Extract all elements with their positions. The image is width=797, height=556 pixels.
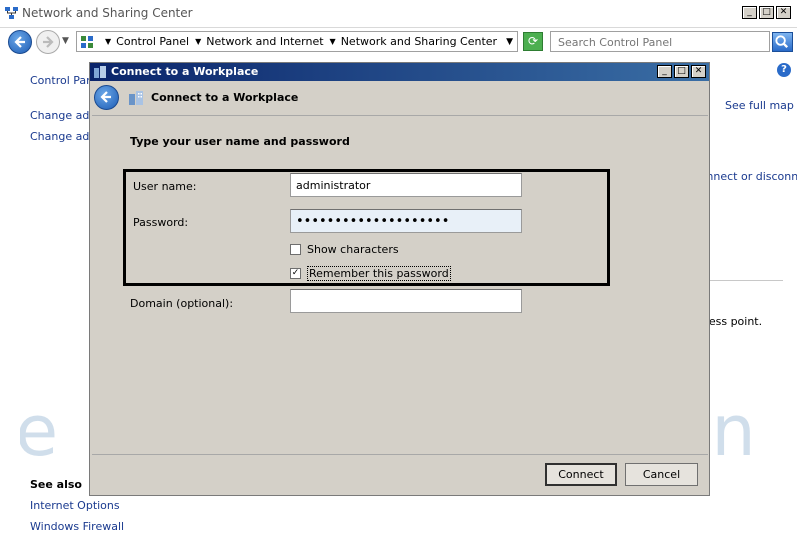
see-full-map-link[interactable]: See full map — [725, 99, 794, 112]
checkbox-unchecked-icon — [290, 244, 301, 255]
history-dropdown-icon[interactable]: ▼ — [62, 36, 69, 46]
search-icon — [775, 35, 789, 49]
dialog-body: Type your user name and password User na… — [92, 115, 708, 455]
maximize-button[interactable]: □ — [759, 6, 774, 19]
connect-button[interactable]: Connect — [545, 463, 617, 486]
back-button[interactable] — [8, 30, 32, 54]
dialog-minimize-button[interactable]: _ — [657, 65, 672, 78]
cancel-button[interactable]: Cancel — [625, 463, 698, 486]
dialog-maximize-button[interactable]: □ — [674, 65, 689, 78]
window-title: Network and Sharing Center — [22, 6, 193, 20]
address-dropdown-icon[interactable]: ▼ — [506, 37, 513, 47]
username-field[interactable] — [290, 173, 522, 197]
section-divider — [708, 280, 783, 281]
refresh-button[interactable]: ⟳ — [523, 32, 543, 51]
domain-label: Domain (optional): — [130, 297, 234, 310]
chevron-down-icon[interactable]: ▼ — [330, 37, 336, 50]
dialog-title: Connect to a Workplace — [111, 65, 259, 78]
dialog-back-button[interactable] — [94, 85, 119, 110]
password-field[interactable] — [290, 209, 522, 233]
search-box[interactable] — [550, 31, 770, 52]
address-box[interactable]: ▼ Control Panel ▼ Network and Internet ▼… — [76, 31, 518, 52]
dialog-heading: Connect to a Workplace — [151, 91, 299, 104]
window-title-bar: Network and Sharing Center _ □ ✕ — [0, 0, 797, 28]
show-characters-label: Show characters — [307, 243, 399, 256]
dialog-header: Connect to a Workplace — [90, 81, 709, 115]
close-button[interactable]: ✕ — [776, 6, 791, 19]
workplace-icon — [129, 91, 143, 105]
see-also-internet-options[interactable]: Internet Options — [30, 499, 120, 512]
help-icon[interactable]: ? — [777, 63, 791, 77]
domain-field[interactable] — [290, 289, 522, 313]
forward-button[interactable] — [36, 30, 60, 54]
arrow-left-icon — [100, 91, 111, 103]
checkmark-icon: ✓ — [290, 268, 301, 279]
instruction-text: Type your user name and password — [130, 135, 350, 148]
dialog-title-bar: Connect to a Workplace _ □ ✕ — [90, 63, 709, 81]
search-button[interactable] — [772, 32, 793, 52]
control-panel-icon — [81, 36, 93, 48]
see-also-windows-firewall[interactable]: Windows Firewall — [30, 520, 124, 533]
search-input[interactable] — [556, 33, 770, 52]
username-label: User name: — [133, 180, 197, 193]
password-label: Password: — [133, 216, 189, 229]
minimize-button[interactable]: _ — [742, 6, 757, 19]
remember-password-label: Remember this password — [307, 266, 451, 281]
breadcrumb-control-panel[interactable]: Control Panel — [116, 35, 189, 48]
network-icon — [5, 7, 18, 19]
arrow-right-icon — [43, 36, 54, 48]
dialog-close-button[interactable]: ✕ — [691, 65, 706, 78]
show-characters-checkbox[interactable]: Show characters — [290, 243, 399, 256]
remember-password-checkbox[interactable]: ✓ Remember this password — [290, 266, 451, 281]
breadcrumb-network-and-sharing-center[interactable]: Network and Sharing Center — [341, 35, 497, 48]
see-also-heading: See also — [30, 478, 82, 491]
address-toolbar: ▼ ▼ Control Panel ▼ Network and Internet… — [0, 28, 797, 56]
arrow-left-icon — [14, 36, 25, 48]
chevron-down-icon[interactable]: ▼ — [105, 37, 111, 50]
connect-dialog: Connect to a Workplace _ □ ✕ Connect to … — [89, 62, 710, 496]
workplace-icon — [94, 66, 106, 78]
chevron-down-icon[interactable]: ▼ — [195, 37, 201, 50]
breadcrumb-network-and-internet[interactable]: Network and Internet — [206, 35, 323, 48]
